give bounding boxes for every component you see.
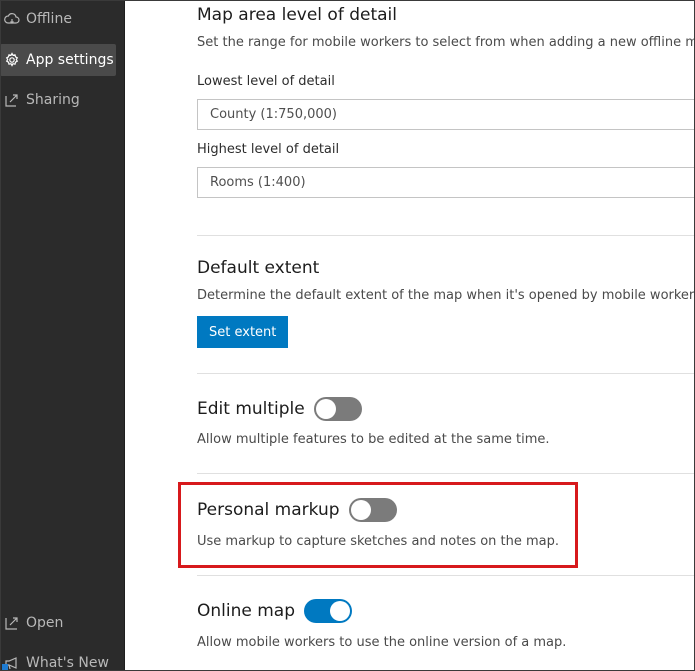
divider bbox=[197, 575, 695, 576]
sidebar-item-label: Offline bbox=[26, 11, 72, 27]
sidebar-item-app-settings[interactable]: App settings bbox=[0, 44, 116, 76]
sidebar-item-whats-new[interactable]: What's New bbox=[0, 647, 109, 671]
sidebar-item-label: App settings bbox=[26, 52, 114, 68]
open-external-icon bbox=[3, 614, 21, 632]
online-map-row: Online map bbox=[197, 599, 353, 623]
set-extent-button[interactable]: Set extent bbox=[197, 316, 289, 348]
highest-level-select[interactable]: Rooms (1:400) bbox=[197, 167, 695, 198]
online-map-description: Allow mobile workers to use the online v… bbox=[197, 635, 567, 650]
highest-level-label: Highest level of detail bbox=[197, 142, 340, 157]
cloud-offline-icon bbox=[3, 10, 21, 28]
settings-panel: Map area level of detail Set the range f… bbox=[126, 0, 695, 671]
default-extent-title: Default extent bbox=[197, 258, 320, 278]
edit-multiple-toggle[interactable] bbox=[313, 397, 362, 421]
lowest-level-label: Lowest level of detail bbox=[197, 74, 335, 89]
sidebar-item-offline[interactable]: Offline bbox=[0, 3, 72, 35]
map-area-description: Set the range for mobile workers to sele… bbox=[197, 35, 695, 50]
divider bbox=[197, 473, 695, 474]
online-map-title: Online map bbox=[197, 601, 296, 621]
edit-multiple-row: Edit multiple bbox=[197, 397, 362, 421]
sidebar-item-label: Open bbox=[26, 615, 64, 631]
sidebar: Offline App settings Sharing Open What's… bbox=[0, 0, 125, 671]
toggle-knob bbox=[330, 601, 351, 621]
new-indicator bbox=[2, 664, 8, 671]
default-extent-description: Determine the default extent of the map … bbox=[197, 288, 695, 303]
sidebar-item-open[interactable]: Open bbox=[0, 607, 63, 639]
lowest-level-select[interactable]: County (1:750,000) bbox=[197, 99, 695, 130]
edit-multiple-description: Allow multiple features to be edited at … bbox=[197, 432, 550, 447]
highlight-box bbox=[178, 482, 578, 568]
share-icon bbox=[3, 91, 21, 109]
sidebar-item-label: Sharing bbox=[26, 92, 80, 108]
highest-level-value: Rooms (1:400) bbox=[210, 175, 306, 190]
toggle-knob bbox=[315, 399, 336, 419]
app-window: Offline App settings Sharing Open What's… bbox=[0, 0, 695, 671]
gear-icon bbox=[3, 51, 21, 69]
edit-multiple-title: Edit multiple bbox=[197, 399, 305, 419]
online-map-toggle[interactable] bbox=[304, 599, 353, 623]
map-area-title: Map area level of detail bbox=[197, 5, 397, 25]
lowest-level-value: County (1:750,000) bbox=[210, 107, 337, 122]
divider bbox=[197, 373, 695, 374]
sidebar-item-label: What's New bbox=[26, 655, 109, 671]
sidebar-item-sharing[interactable]: Sharing bbox=[0, 84, 80, 116]
divider bbox=[197, 235, 695, 236]
